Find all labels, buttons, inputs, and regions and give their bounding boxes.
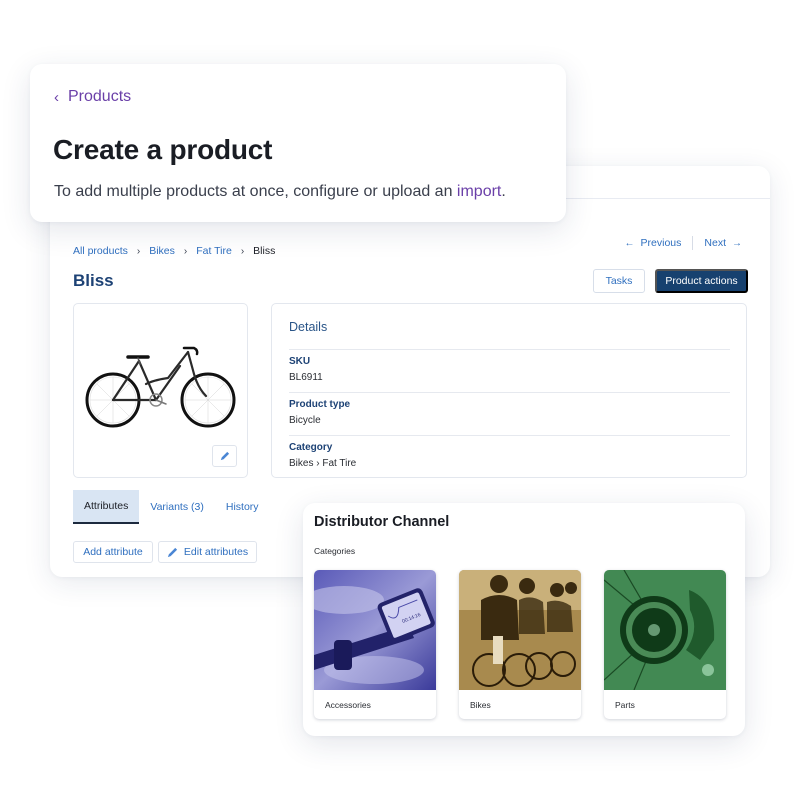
next-link[interactable]: Next → <box>704 237 742 249</box>
product-tabs: Attributes Variants (3) History <box>73 490 270 524</box>
create-product-card: ‹ Products Create a product To add multi… <box>30 64 566 222</box>
product-type-value: Bicycle <box>289 415 321 426</box>
arrow-right-icon: → <box>732 237 742 249</box>
chevron-right-icon: › <box>136 245 141 257</box>
pager-divider <box>692 236 694 250</box>
import-link[interactable]: import <box>457 183 501 200</box>
parts-image <box>604 570 726 690</box>
parts-label: Parts <box>615 700 635 710</box>
accessories-label: Accessories <box>325 700 371 710</box>
details-row-category: Category Bikes › Fat Tire <box>289 435 730 469</box>
previous-link[interactable]: ← Previous <box>625 237 682 249</box>
distributor-channel-card: Distributor Channel Categories 00:14:16 … <box>303 503 745 736</box>
details-row-sku: SKU BL6911 <box>289 349 730 383</box>
chevron-left-icon: ‹ <box>54 88 59 106</box>
edit-image-button[interactable] <box>212 445 237 467</box>
back-link-label: Products <box>68 88 132 105</box>
previous-label: Previous <box>640 237 682 249</box>
bikes-image <box>459 570 581 690</box>
tab-history[interactable]: History <box>215 490 270 524</box>
pencil-icon <box>167 547 177 557</box>
sku-value: BL6911 <box>289 372 323 383</box>
add-attribute-button[interactable]: Add attribute <box>73 541 153 563</box>
sku-label: SKU <box>289 356 311 367</box>
accessories-image: 00:14:16 <box>314 570 436 690</box>
page-title: Create a product <box>53 134 273 165</box>
details-row-product-type: Product type Bicycle <box>289 392 730 426</box>
chevron-right-icon: › <box>240 245 245 257</box>
description-suffix: . <box>501 183 506 200</box>
breadcrumb-fat-tire[interactable]: Fat Tire <box>196 245 232 257</box>
category-tile-bikes[interactable]: Bikes <box>459 570 581 719</box>
chevron-right-icon: › <box>183 245 188 257</box>
category-tile-parts[interactable]: Parts <box>604 570 726 719</box>
create-description: To add multiple products at once, config… <box>54 183 506 201</box>
edit-attributes-button[interactable]: Edit attributes <box>158 541 257 563</box>
category-label: Category <box>289 442 333 453</box>
next-label: Next <box>704 237 726 249</box>
category-tile-accessories[interactable]: 00:14:16 Accessories <box>314 570 436 719</box>
breadcrumb: All products › Bikes › Fat Tire › Bliss <box>73 245 275 257</box>
description-text: To add multiple products at once, config… <box>54 183 457 200</box>
arrow-left-icon: ← <box>624 237 635 249</box>
category-value: Bikes › Fat Tire <box>289 458 357 469</box>
back-to-products-link[interactable]: ‹ Products <box>54 88 131 106</box>
details-title: Details <box>289 320 328 334</box>
product-image-panel <box>73 303 248 478</box>
product-actions-button[interactable]: Product actions <box>655 269 748 293</box>
pager: ← Previous Next → <box>625 236 742 250</box>
pencil-icon <box>220 451 230 460</box>
distributor-title: Distributor Channel <box>314 514 450 530</box>
details-panel: Details SKU BL6911 Product type Bicycle … <box>271 303 747 478</box>
edit-attributes-label: Edit attributes <box>183 546 249 558</box>
breadcrumb-current: Bliss <box>253 245 276 257</box>
breadcrumb-bikes[interactable]: Bikes <box>149 245 175 257</box>
tab-attributes[interactable]: Attributes <box>73 490 140 524</box>
product-type-label: Product type <box>289 399 351 410</box>
breadcrumb-all-products[interactable]: All products <box>73 245 128 257</box>
bicycle-image <box>85 346 236 428</box>
tab-variants[interactable]: Variants (3) <box>139 490 215 524</box>
bikes-label: Bikes <box>470 700 491 710</box>
categories-label: Categories <box>314 546 356 556</box>
product-title: Bliss <box>73 271 114 290</box>
tasks-button[interactable]: Tasks <box>593 269 645 293</box>
